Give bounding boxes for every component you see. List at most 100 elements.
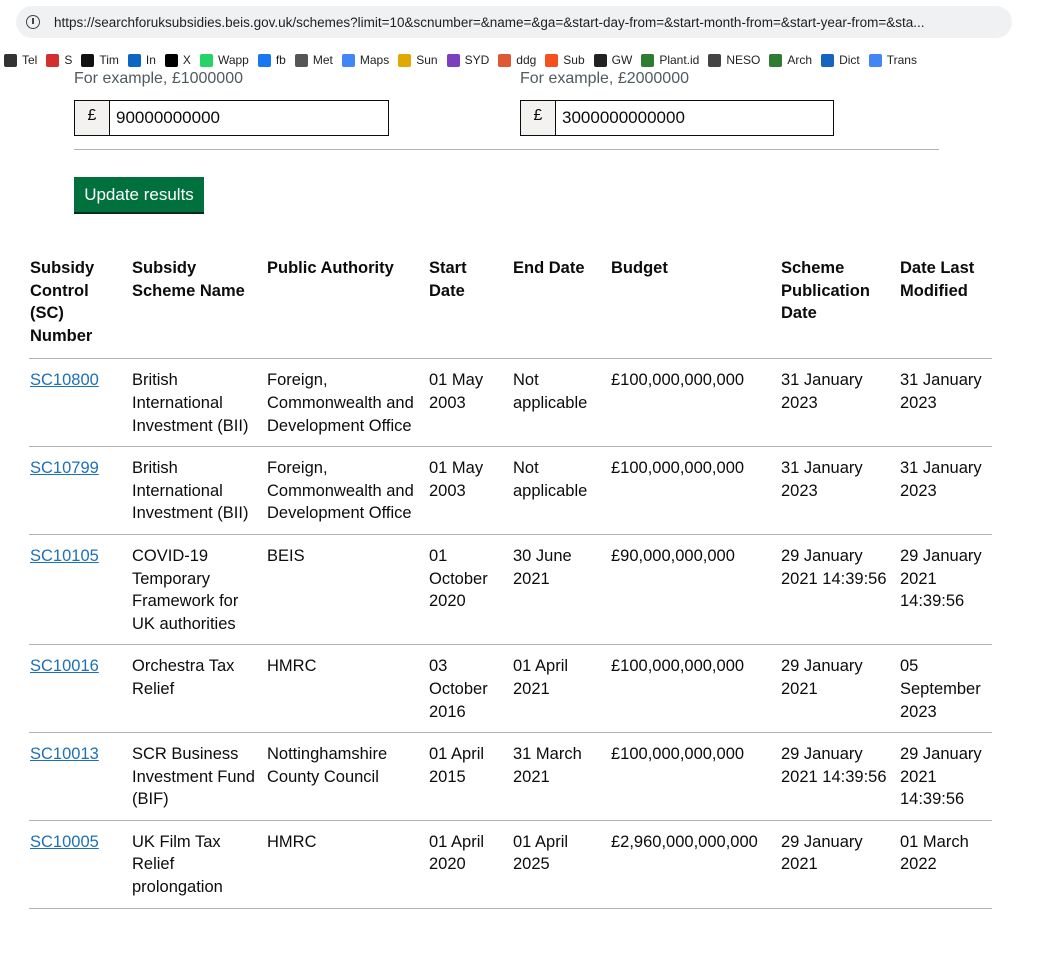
bookmark-wapp[interactable]: Wapp <box>199 53 249 67</box>
bookmark-label: Met <box>312 53 333 67</box>
bookmark-tim[interactable]: Tim <box>81 53 119 67</box>
duckduckgo-icon <box>498 53 512 67</box>
cell-start-date: 03 October 2016 <box>428 644 512 734</box>
cell-last-modified: 01 March 2022 <box>899 820 992 909</box>
address-bar[interactable]: https://searchforuksubsidies.beis.gov.uk… <box>16 6 1012 38</box>
scheme-link[interactable]: SC10016 <box>30 657 99 675</box>
cell-publication-date: 31 January 2023 <box>780 358 899 448</box>
cell-scheme-name: Orchestra Tax Relief <box>131 644 266 734</box>
table-row: SC10016 Orchestra Tax Relief HMRC 03 Octobe… <box>29 644 992 734</box>
update-results-button[interactable]: Update results <box>74 177 204 212</box>
scheme-link[interactable]: SC10799 <box>30 459 99 477</box>
min-budget-input[interactable] <box>110 101 388 135</box>
cell-sc-number: SC10016 <box>29 644 131 734</box>
table-row: SC10800 British International Investment … <box>29 358 992 448</box>
bookmark-sun[interactable]: Sun <box>398 53 438 67</box>
cell-start-date: 01 April 2015 <box>428 732 512 821</box>
cell-start-date: 01 April 2020 <box>428 820 512 909</box>
bookmark-x[interactable]: X <box>164 53 191 67</box>
bookmarks-bar: Tel S Tim In X Wapp fb Met Maps Sun SYD ddg Sub GW Pla… <box>0 48 1045 72</box>
dict-icon <box>821 53 835 67</box>
cell-public-authority: HMRC <box>266 820 428 909</box>
cell-budget: £2,960,000,000,000 <box>610 820 780 909</box>
archive-icon <box>769 53 783 67</box>
globe-icon <box>593 53 607 67</box>
site-info-icon[interactable] <box>26 15 40 29</box>
header-public-authority: Public Authority <box>266 255 428 360</box>
min-budget-field: £ <box>74 100 389 136</box>
address-bar-url[interactable]: https://searchforuksubsidies.beis.gov.uk… <box>54 15 925 30</box>
cell-public-authority: BEIS <box>266 534 428 646</box>
bookmark-gw[interactable]: GW <box>593 53 632 67</box>
bookmark-ddg[interactable]: ddg <box>498 53 536 67</box>
bookmark-met[interactable]: Met <box>294 53 333 67</box>
cell-sc-number: SC10799 <box>29 446 131 535</box>
sub-icon <box>545 53 559 67</box>
met-icon <box>294 53 308 67</box>
bookmark-trans[interactable]: Trans <box>868 53 917 67</box>
header-publication-date: Scheme Publication Date <box>780 255 899 360</box>
bookmark-label: Tel <box>22 53 38 67</box>
scheme-link[interactable]: SC10013 <box>30 745 99 763</box>
cell-public-authority: Foreign, Commonwealth and Development Of… <box>266 446 428 535</box>
header-start-date: Start Date <box>428 255 512 360</box>
bookmark-plant-id[interactable]: Plant.id <box>641 53 699 67</box>
cell-scheme-name: COVID-19 Temporary Framework for UK auth… <box>131 534 266 646</box>
bookmark-dict[interactable]: Dict <box>821 53 860 67</box>
table-row: SC10105 COVID-19 Temporary Framework for … <box>29 534 992 646</box>
cell-publication-date: 31 January 2023 <box>780 446 899 535</box>
bookmark-label: ddg <box>516 53 537 67</box>
cell-scheme-name: British International Investment (BII) <box>131 358 266 448</box>
cell-end-date: 30 June 2021 <box>512 534 610 646</box>
cell-scheme-name: UK Film Tax Relief prolongation <box>131 820 266 909</box>
bookmark-label: Maps <box>359 53 390 67</box>
scheme-link[interactable]: SC10105 <box>30 547 99 565</box>
bookmark-label: Trans <box>886 53 917 67</box>
cell-sc-number: SC10800 <box>29 358 131 448</box>
cell-last-modified: 31 January 2023 <box>899 358 992 448</box>
cell-public-authority: Nottinghamshire County Council <box>266 732 428 821</box>
bookmark-s[interactable]: S <box>46 53 72 67</box>
bookmark-fb[interactable]: fb <box>257 53 286 67</box>
scheme-link[interactable]: SC10005 <box>30 833 99 851</box>
bookmark-label: Arch <box>787 53 813 67</box>
cell-publication-date: 29 January 2021 <box>780 644 899 734</box>
header-last-modified: Date Last Modified <box>899 255 992 360</box>
header-sc-number: Subsidy Control (SC) Number <box>29 255 131 360</box>
table-row: SC10013 SCR Business Investment Fund (BIF… <box>29 732 992 821</box>
cell-last-modified: 29 January 2021 14:39:56 <box>899 732 992 821</box>
bookmark-neso[interactable]: NESO <box>708 53 760 67</box>
linkedin-icon <box>127 53 141 67</box>
bookmark-label: Tim <box>99 53 119 67</box>
cell-scheme-name: SCR Business Investment Fund (BIF) <box>131 732 266 821</box>
cell-budget: £100,000,000,000 <box>610 358 780 448</box>
bookmark-in[interactable]: In <box>127 53 156 67</box>
translate-icon <box>868 53 882 67</box>
cell-public-authority: Foreign, Commonwealth and Development Of… <box>266 358 428 448</box>
max-budget-field: £ <box>520 100 834 136</box>
whatsapp-icon <box>199 53 213 67</box>
bookmark-label: In <box>145 53 156 67</box>
bookmark-tel[interactable]: Tel <box>4 53 37 67</box>
bookmark-maps[interactable]: Maps <box>341 53 390 67</box>
cell-budget: £100,000,000,000 <box>610 446 780 535</box>
bookmark-icon <box>708 53 722 67</box>
x-logo-icon <box>164 53 178 67</box>
cell-end-date: Not applicable <box>512 446 610 535</box>
currency-prefix: £ <box>75 101 110 135</box>
cell-public-authority: HMRC <box>266 644 428 734</box>
cell-budget: £100,000,000,000 <box>610 644 780 734</box>
header-end-date: End Date <box>512 255 610 360</box>
bookmark-arch[interactable]: Arch <box>769 53 812 67</box>
cell-budget: £90,000,000,000 <box>610 534 780 646</box>
header-scheme-name: Subsidy Scheme Name <box>131 255 266 360</box>
max-budget-input[interactable] <box>556 101 833 135</box>
bookmark-label: SYD <box>464 53 490 67</box>
cell-end-date: 01 April 2021 <box>512 644 610 734</box>
cell-end-date: Not applicable <box>512 358 610 448</box>
cell-sc-number: SC10105 <box>29 534 131 646</box>
scheme-link[interactable]: SC10800 <box>30 371 99 389</box>
bookmark-sub[interactable]: Sub <box>545 53 585 67</box>
bookmark-syd[interactable]: SYD <box>446 53 490 67</box>
cell-last-modified: 05 September 2023 <box>899 644 992 734</box>
